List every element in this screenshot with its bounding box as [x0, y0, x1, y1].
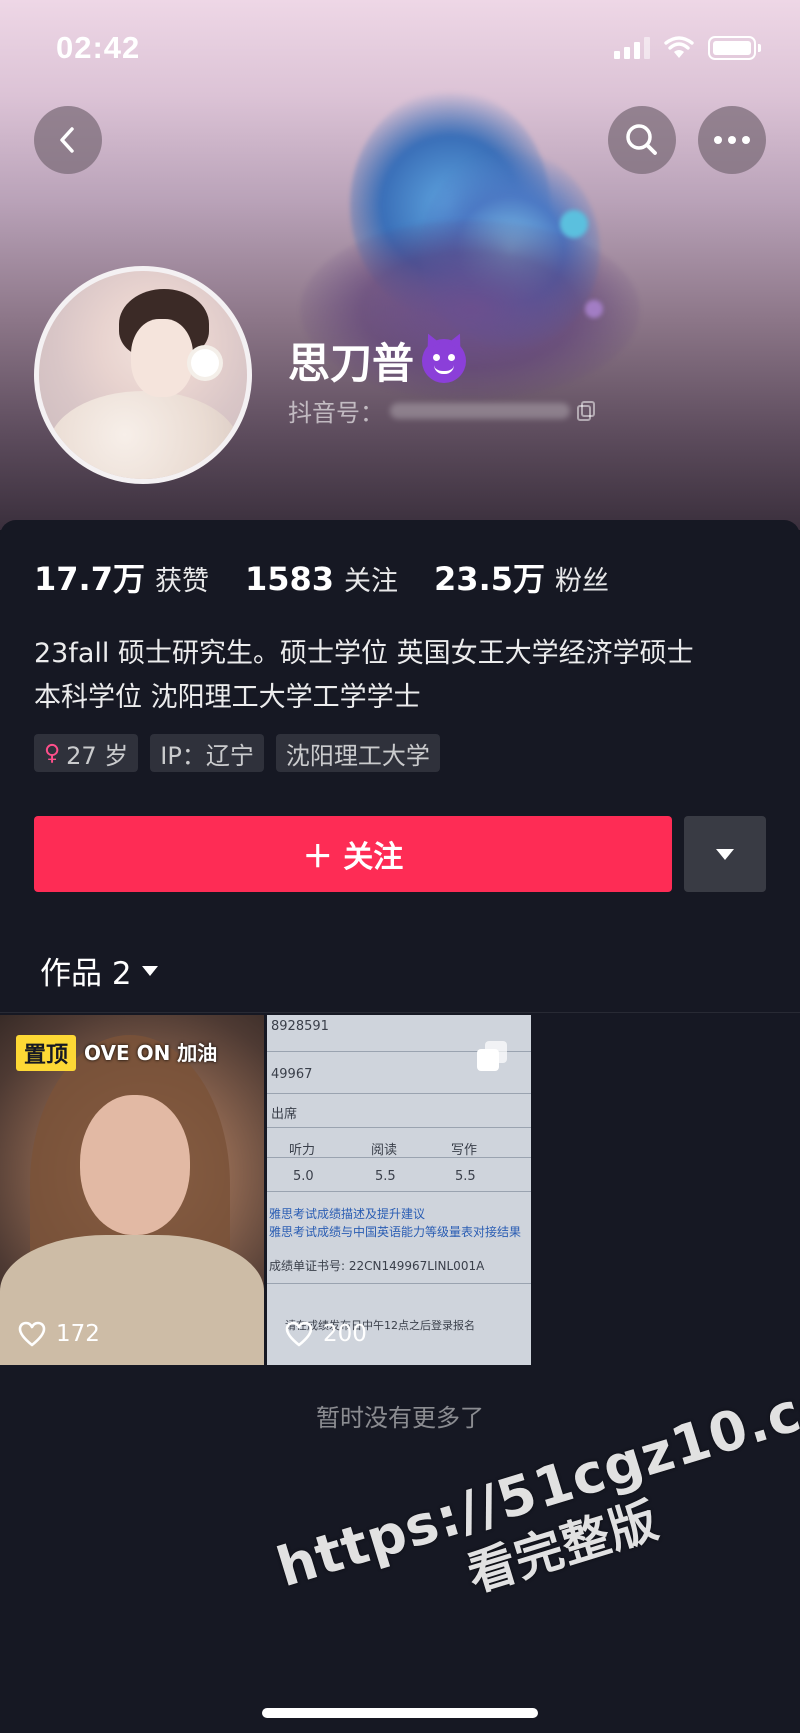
stat-followers[interactable]: 23.5万 粉丝: [434, 554, 609, 600]
doc-header: 听力: [289, 1143, 316, 1158]
like-count: 200: [285, 1321, 367, 1347]
video-overlay-text: OVE ON 加油: [84, 1041, 218, 1065]
back-button[interactable]: [34, 106, 102, 174]
school-tag[interactable]: 沈阳理工大学: [275, 734, 440, 772]
wifi-icon: [664, 36, 694, 58]
doc-score: 5.5: [375, 1169, 396, 1184]
video-thumbnail[interactable]: 8928591 49967 出席 听力 阅读 写作 5.0 5.5 5.5 雅思…: [267, 1015, 531, 1365]
school-text: 沈阳理工大学: [285, 741, 430, 770]
douyin-id-label: 抖音号：: [288, 399, 384, 427]
home-indicator[interactable]: [262, 1708, 538, 1718]
heart-icon: [285, 1321, 313, 1347]
stat-following[interactable]: 1583 关注: [245, 559, 398, 598]
like-count-value: 200: [323, 1321, 367, 1347]
doc-id-mid: 49967: [271, 1067, 313, 1082]
stat-value: 1583: [244, 560, 335, 598]
doc-link: 雅思考试成绩描述及提升建议: [269, 1207, 426, 1221]
devil-emoji-icon: [422, 338, 467, 383]
like-count-value: 172: [56, 1321, 100, 1347]
more-options-button[interactable]: [698, 106, 766, 174]
douyin-id[interactable]: 抖音号：: [288, 393, 598, 428]
profile-stats: 17.7万 获赞 1583 关注 23.5万 粉丝: [34, 554, 609, 600]
copy-icon[interactable]: [576, 400, 598, 422]
battery-icon: [708, 36, 761, 60]
doc-link: 雅思考试成绩与中国英语能力等级量表对接结果: [269, 1225, 522, 1239]
chevron-left-icon: [60, 127, 74, 153]
bio-line: 23fall 硕士研究生。硕士学位 英国女王大学经济学硕士: [34, 638, 694, 669]
search-icon: [626, 124, 657, 155]
tab-works[interactable]: 作品 2: [40, 948, 158, 993]
profile-nickname: 思刀普: [288, 330, 467, 391]
video-thumbnail[interactable]: 置顶 OVE ON 加油 172: [0, 1015, 264, 1365]
splash-art: [560, 210, 588, 238]
stat-value: 23.5万: [434, 560, 545, 598]
doc-attend: 出席: [271, 1107, 298, 1122]
nickname-text: 思刀普: [288, 339, 415, 388]
doc-cert: 成绩单证书号: 22CN149967LINL001A: [269, 1259, 485, 1273]
doc-score: 5.0: [293, 1169, 314, 1184]
doc-id-top: 8928591: [271, 1019, 329, 1034]
stat-likes[interactable]: 17.7万 获赞: [34, 554, 209, 600]
bio-line: 本科学位 沈阳理工大学工学学士: [34, 682, 421, 713]
profile-tags: ♀ 27 岁 IP：辽宁 沈阳理工大学: [34, 734, 440, 772]
stat-label: 关注: [344, 566, 399, 597]
heart-icon: [18, 1321, 46, 1347]
multi-image-icon: [477, 1041, 507, 1071]
follow-label: ＋ 关注: [302, 840, 404, 875]
age-tag: ♀ 27 岁: [34, 734, 139, 772]
ip-text: IP：辽宁: [160, 741, 254, 770]
like-count: 172: [18, 1321, 100, 1347]
status-bar: 02:42: [0, 0, 800, 96]
avatar[interactable]: [34, 266, 252, 484]
recommend-dropdown-button[interactable]: [684, 816, 766, 892]
follow-button[interactable]: ＋ 关注: [34, 816, 672, 892]
profile-bio: 23fall 硕士研究生。硕士学位 英国女王大学经济学硕士 本科学位 沈阳理工大…: [34, 632, 774, 720]
stat-label: 粉丝: [555, 566, 609, 597]
stat-label: 获赞: [154, 566, 209, 597]
stat-value: 17.7万: [34, 560, 145, 598]
divider: [0, 1012, 800, 1013]
signal-icon: [614, 37, 650, 59]
works-grid: 置顶 OVE ON 加油 172 8928591 49967 出席 听力 阅读 …: [0, 1015, 531, 1365]
works-tab-label: 作品 2: [40, 956, 132, 992]
caret-down-icon: [716, 848, 734, 860]
more-dots-icon: [714, 136, 750, 144]
caret-down-icon: [141, 965, 158, 976]
douyin-id-redacted: [390, 402, 570, 419]
pinned-badge: 置顶: [16, 1035, 77, 1071]
age-text: 27 岁: [66, 741, 129, 770]
ip-tag: IP：辽宁: [150, 734, 264, 772]
female-gender-icon: ♀: [44, 740, 61, 766]
doc-score: 5.5: [455, 1169, 476, 1184]
doc-header: 阅读: [371, 1143, 398, 1158]
search-button[interactable]: [608, 106, 676, 174]
status-icons: [614, 36, 761, 60]
doc-header: 写作: [451, 1143, 478, 1158]
status-time: 02:42: [56, 30, 141, 65]
splash-art: [585, 300, 603, 318]
